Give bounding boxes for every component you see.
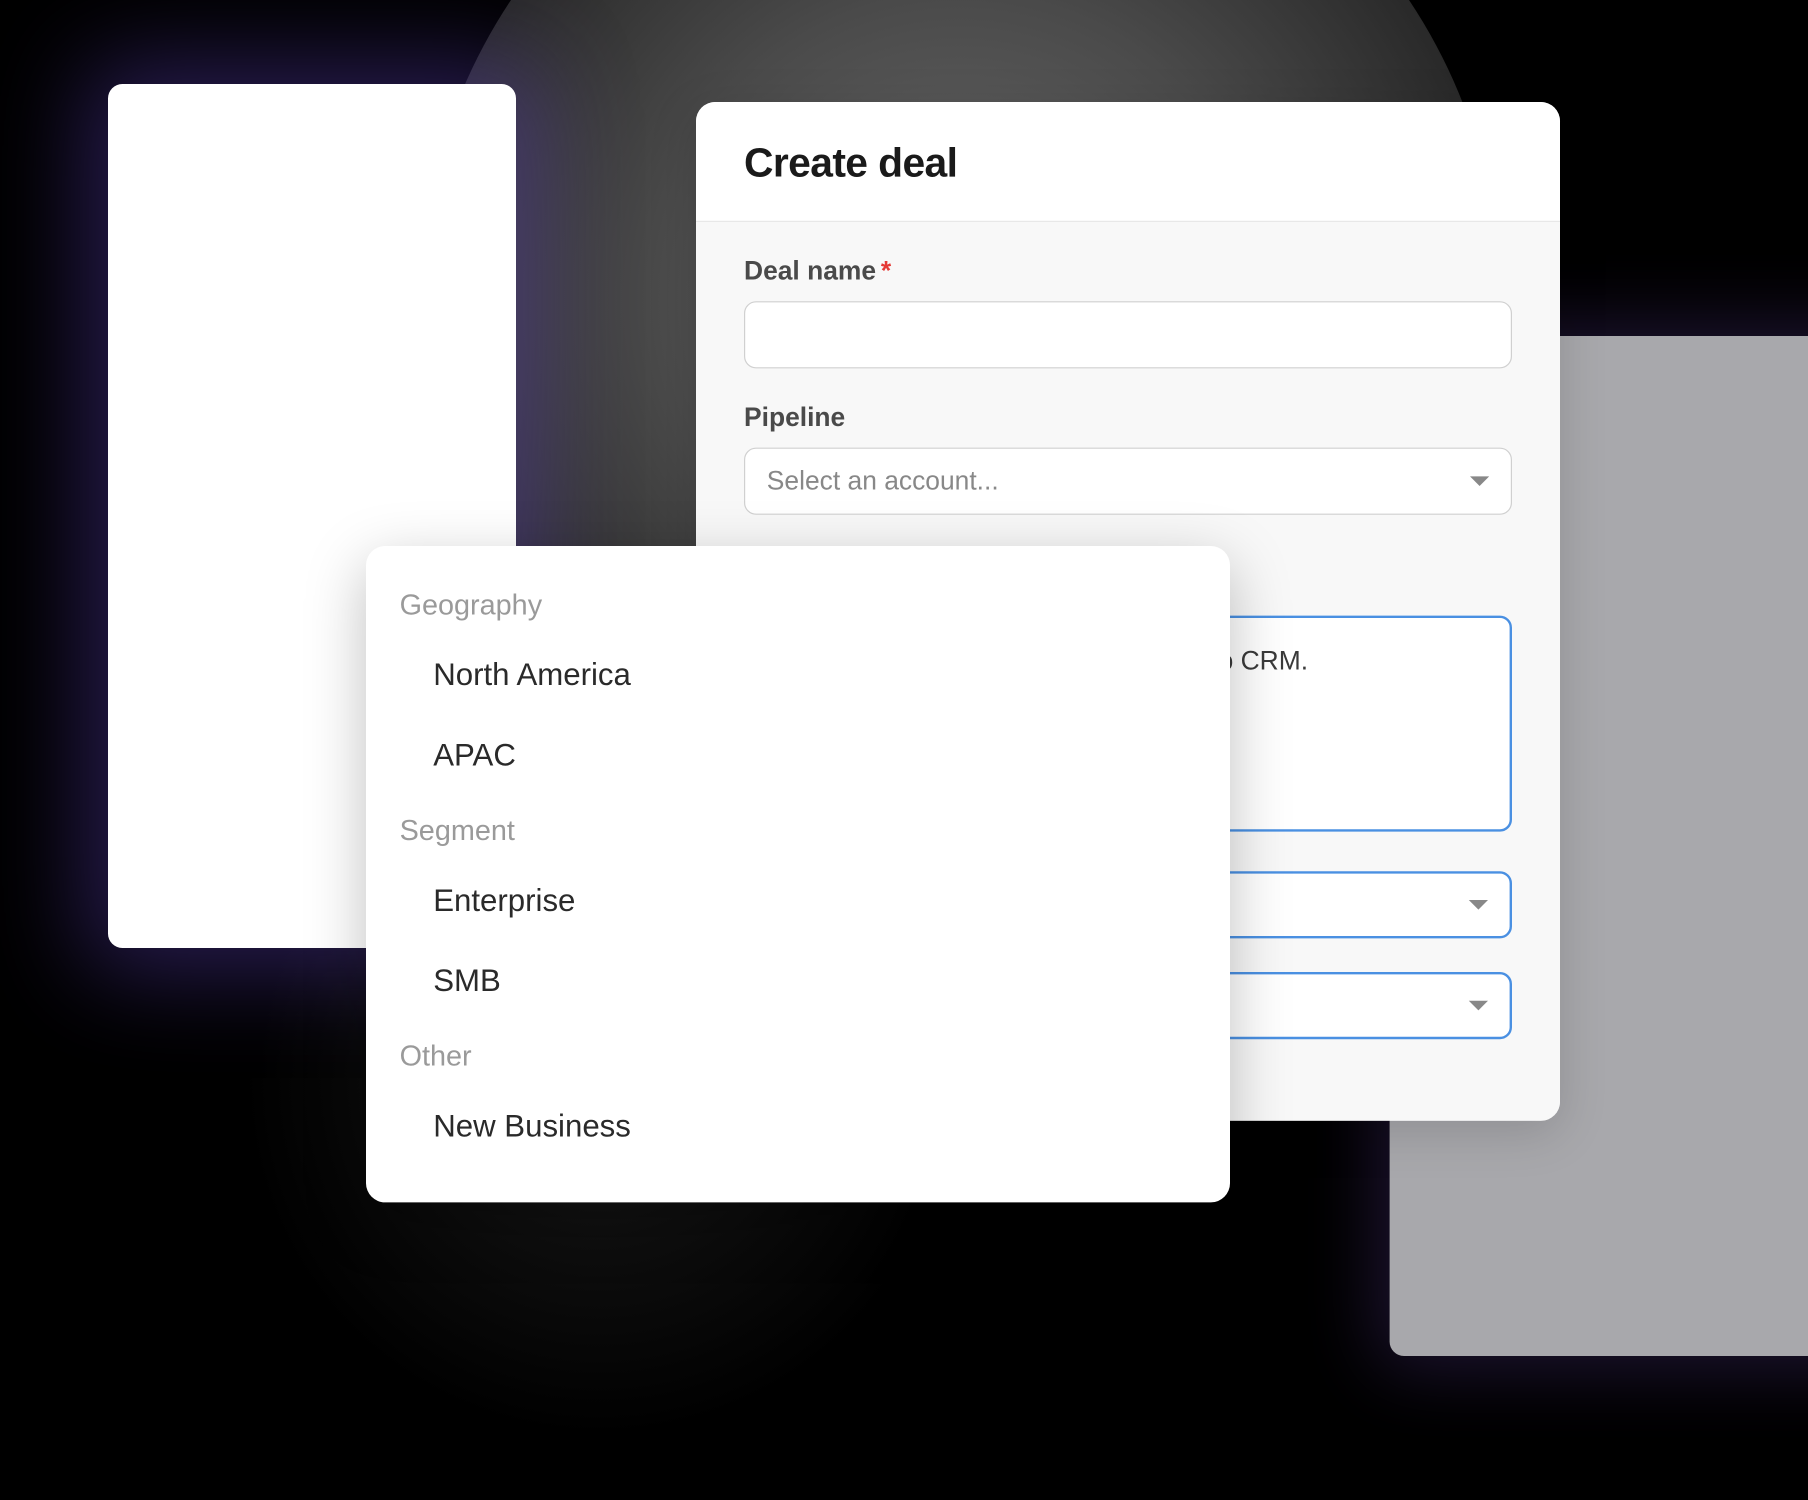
deal-name-label-text: Deal name [744, 256, 876, 286]
pipeline-group: Pipeline Select an account... [744, 402, 1512, 515]
dropdown-group-other: Other [366, 1021, 1230, 1086]
dropdown-item-north-america[interactable]: North America [366, 635, 1230, 715]
dropdown-item-apac[interactable]: APAC [366, 715, 1230, 795]
dropdown-item-smb[interactable]: SMB [366, 941, 1230, 1021]
deal-name-label: Deal name* [744, 256, 1512, 287]
pipeline-label: Pipeline [744, 402, 1512, 433]
chevron-down-icon [1470, 476, 1489, 486]
deal-name-input[interactable] [744, 301, 1512, 368]
pipeline-placeholder: Select an account... [767, 466, 999, 497]
chevron-down-icon [1469, 1001, 1488, 1011]
modal-title: Create deal [744, 140, 1512, 187]
dropdown-group-segment: Segment [366, 796, 1230, 861]
deal-name-group: Deal name* [744, 256, 1512, 369]
pipeline-dropdown-panel: Geography North America APAC Segment Ent… [366, 546, 1230, 1202]
pipeline-select[interactable]: Select an account... [744, 448, 1512, 515]
required-asterisk: * [881, 256, 891, 286]
dropdown-item-enterprise[interactable]: Enterprise [366, 860, 1230, 940]
modal-header: Create deal [696, 102, 1560, 222]
dropdown-group-geography: Geography [366, 570, 1230, 635]
dropdown-item-new-business[interactable]: New Business [366, 1086, 1230, 1166]
chevron-down-icon [1469, 900, 1488, 910]
